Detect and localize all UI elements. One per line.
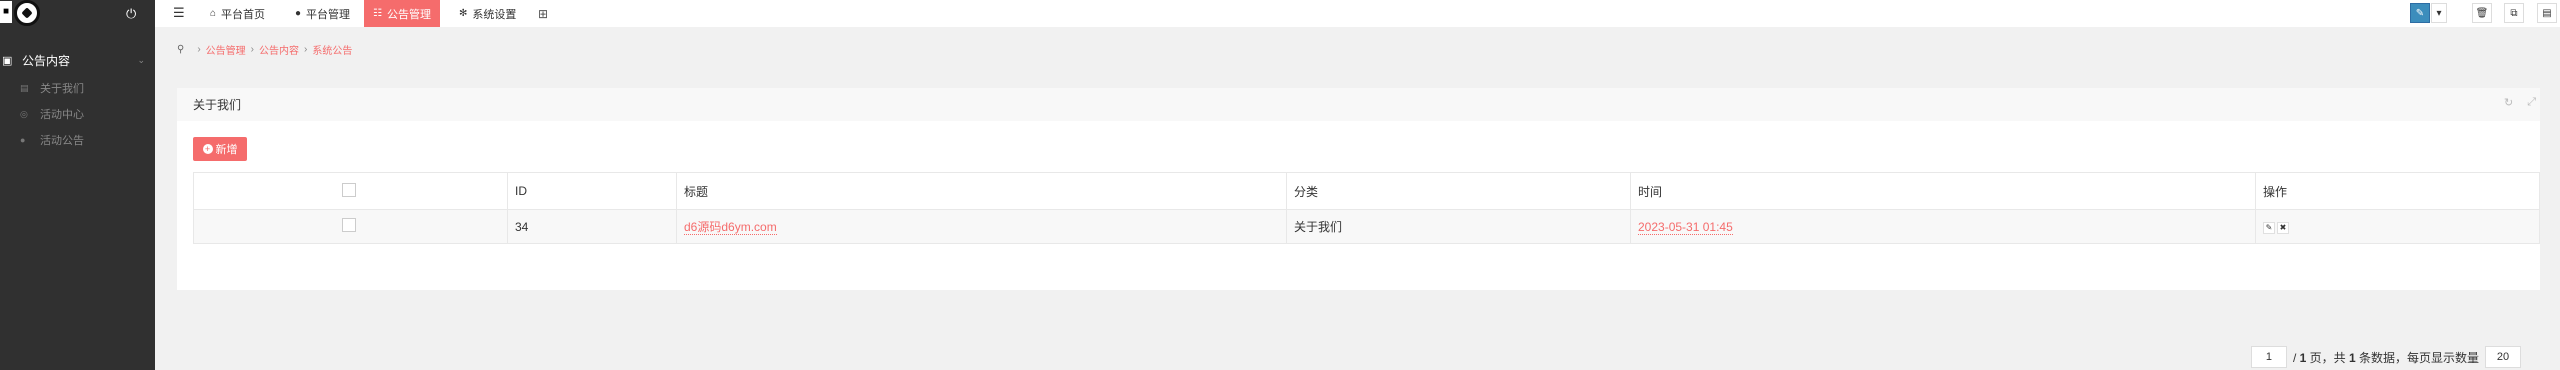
panel-title: 关于我们 — [193, 98, 242, 112]
plus-circle-icon: + — [202, 144, 213, 154]
pencil-icon: ✎ — [2415, 7, 2425, 19]
sidebar-logo: ■ ⏻ — [0, 0, 155, 30]
menu-toggle-icon[interactable]: ☰ — [173, 5, 185, 21]
home-icon: ⌂ — [210, 8, 217, 19]
dropdown-button[interactable]: ▾ — [2431, 3, 2447, 23]
trash-icon: 🗑 — [2475, 7, 2489, 19]
circle-icon: ◎ — [20, 108, 28, 119]
external-link-icon: ⧉ — [2510, 7, 2518, 19]
window-icon: ▤ — [2542, 7, 2552, 19]
sidebar-item-activity-center[interactable]: ◎ 活动中心 — [0, 103, 155, 125]
chevron-down-icon: ⌄ — [137, 54, 145, 65]
breadcrumb-item[interactable]: 系统公告 — [312, 42, 352, 57]
chevron-right-icon: › — [304, 43, 308, 55]
breadcrumb-item[interactable]: 公告管理 — [206, 42, 246, 57]
row-select-cell — [193, 209, 508, 244]
row-checkbox[interactable] — [342, 218, 356, 232]
tab-label: 系统设置 — [472, 8, 517, 21]
pager-text: 页，共 — [2306, 350, 2349, 365]
select-all-cell — [193, 172, 508, 210]
tab-grid[interactable]: ⊞ — [529, 0, 557, 27]
select-all-checkbox[interactable] — [342, 182, 356, 197]
cell-actions: ✎ ✖ — [2255, 209, 2540, 244]
column-header[interactable]: 标题 — [676, 172, 1287, 210]
title-link[interactable]: d6源码d6ym.com — [684, 220, 777, 235]
logo-square-icon: ■ — [0, 1, 12, 23]
tab-announcement-management[interactable]: ☷ 公告管理 — [364, 0, 440, 27]
fullscreen-button[interactable]: ▤ — [2537, 3, 2557, 23]
user-icon: ● — [20, 135, 26, 145]
chevron-right-icon: › — [250, 43, 255, 55]
edit-button[interactable]: ✎ — [2410, 3, 2430, 23]
delete-row-button[interactable]: ✖ — [2277, 222, 2289, 234]
pager-text: / — [2292, 350, 2300, 365]
close-icon: ✖ — [2279, 223, 2287, 232]
power-icon[interactable]: ⏻ — [126, 6, 136, 22]
add-button-label: 新增 — [215, 144, 238, 156]
column-header[interactable]: 分类 — [1286, 172, 1631, 210]
time-link[interactable]: 2023-05-31 01:45 — [1638, 219, 1733, 235]
sidebar: ■ ⏻ ▣ 公告内容 ⌄ ▤ 关于我们 ◎ 活动中心 ● 活动公告 — [0, 0, 155, 370]
chevron-right-icon: › — [197, 43, 201, 55]
soccer-ball-logo-icon — [14, 0, 40, 26]
column-header[interactable]: ID — [507, 172, 677, 210]
user-icon: ● — [295, 8, 302, 19]
table-row: 34 d6源码d6ym.com 关于我们 2023-05-31 01:45 ✎ ✖ — [193, 209, 2540, 244]
folder-icon: ▣ — [2, 54, 13, 67]
tab-platform-home[interactable]: ⌂ 平台首页 — [201, 0, 274, 27]
sidebar-section-announcement[interactable]: ▣ 公告内容 ⌄ — [0, 49, 155, 71]
grid-icon: ⊞ — [538, 6, 549, 21]
tab-platform-management[interactable]: ● 平台管理 — [286, 0, 359, 27]
external-link-button[interactable]: ⧉ — [2504, 3, 2524, 23]
cell-id: 34 — [507, 209, 677, 244]
tab-label: 平台管理 — [306, 8, 351, 21]
map-pin-icon: ⚲ — [177, 43, 185, 55]
total-rows: 1 — [2348, 350, 2356, 365]
tab-system-settings[interactable]: ✻ 系统设置 — [450, 0, 525, 27]
sidebar-item-label: 活动公告 — [40, 135, 84, 147]
sidebar-item-activity-notice[interactable]: ● 活动公告 — [0, 129, 155, 151]
expand-icon[interactable]: ⤢ — [2527, 96, 2536, 109]
edit-row-button[interactable]: ✎ — [2263, 222, 2275, 234]
table-header-row: ID 标题 分类 时间 操作 — [193, 172, 2540, 210]
trash-button[interactable]: 🗑 — [2472, 3, 2492, 23]
add-button[interactable]: + 新增 — [193, 137, 247, 161]
breadcrumb-item[interactable]: 公告内容 — [259, 42, 299, 57]
top-nav: ☰ ⌂ 平台首页 ● 平台管理 ☷ 公告管理 ✻ 系统设置 ⊞ ✎ ▾ 🗑 ⧉ … — [155, 0, 2560, 27]
tab-label: 公告管理 — [386, 8, 431, 21]
page-size-input[interactable]: 20 — [2485, 346, 2521, 368]
page-number-input[interactable]: 1 — [2250, 346, 2287, 368]
sidebar-item-about-us[interactable]: ▤ 关于我们 — [0, 77, 155, 99]
content-panel: 关于我们 ↻ ⤢ + 新增 ID 标题 分类 时间 操作 34 d6源码d6ym… — [177, 88, 2540, 368]
refresh-icon[interactable]: ↻ — [2504, 96, 2513, 109]
sidebar-section-label: 公告内容 — [22, 53, 71, 68]
tab-label: 平台首页 — [221, 8, 266, 21]
column-header[interactable]: 时间 — [1630, 172, 2256, 210]
cell-category: 关于我们 — [1286, 209, 1631, 244]
sidebar-item-label: 关于我们 — [40, 83, 84, 95]
calendar-icon: ▤ — [20, 82, 29, 93]
column-header: 操作 — [2255, 172, 2540, 210]
list-icon: ☷ — [373, 8, 382, 19]
pagination: 1 / 1 页，共 1 条数据，每页显示数量 20 — [2250, 346, 2521, 368]
pager-text: 条数据，每页显示数量 — [2355, 350, 2479, 365]
pagination-text: / 1 页，共 1 条数据，每页显示数量 — [2293, 349, 2479, 366]
breadcrumb: ⚲ › 公告管理 › 公告内容 › 系统公告 — [155, 38, 2560, 60]
caret-down-icon: ▾ — [2436, 7, 2442, 19]
panel-header: 关于我们 ↻ ⤢ — [177, 88, 2540, 121]
cell-time: 2023-05-31 01:45 — [1630, 209, 2256, 244]
pencil-icon: ✎ — [2265, 223, 2273, 232]
sidebar-item-label: 活动中心 — [40, 109, 84, 121]
data-table: ID 标题 分类 时间 操作 34 d6源码d6ym.com 关于我们 2023… — [193, 172, 2540, 244]
gear-icon: ✻ — [459, 8, 468, 19]
cell-title: d6源码d6ym.com — [676, 209, 1287, 244]
